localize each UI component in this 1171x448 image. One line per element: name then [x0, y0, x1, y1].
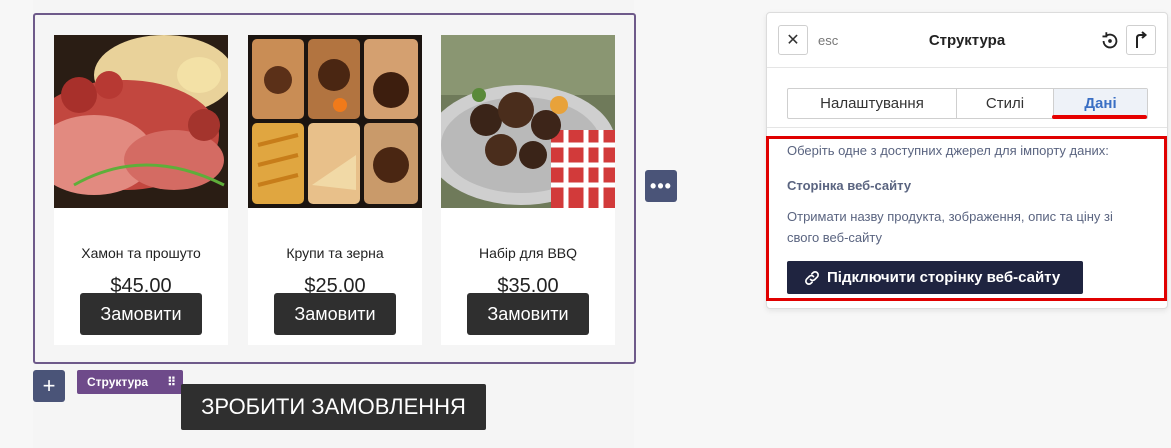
source-title: Сторінка веб-сайту: [787, 178, 912, 193]
history-icon[interactable]: [1099, 30, 1121, 52]
product-card[interactable]: Хамон та прошуто $45.00 Замовити: [54, 35, 228, 345]
active-tab-underline: [1052, 115, 1147, 119]
structure-block[interactable]: Хамон та прошуто $45.00 Замовити Крупи т…: [33, 13, 636, 364]
add-block-button[interactable]: +: [33, 370, 65, 402]
more-options-button[interactable]: •••: [645, 170, 677, 202]
product-title: Хамон та прошуто: [81, 245, 201, 261]
esc-hint: esc: [818, 33, 839, 48]
close-button[interactable]: ✕: [778, 25, 808, 55]
product-image-grains: [248, 35, 422, 208]
structure-tag[interactable]: Структура ⠿: [77, 370, 183, 394]
link-icon: [805, 270, 819, 285]
product-image-bbq: [441, 35, 615, 208]
place-order-button[interactable]: ЗРОБИТИ ЗАМОВЛЕННЯ: [181, 384, 486, 430]
drag-handle-icon[interactable]: ⠿: [167, 375, 176, 389]
order-product-button[interactable]: Замовити: [80, 293, 202, 335]
data-source-intro: Оберіть одне з доступних джерел для імпо…: [787, 143, 1109, 158]
product-card[interactable]: Набір для BBQ $35.00 Замовити: [441, 35, 615, 345]
product-title: Набір для BBQ: [478, 245, 578, 261]
panel-title: Структура: [928, 32, 1006, 49]
product-card[interactable]: Крупи та зерна $25.00 Замовити: [248, 35, 422, 345]
product-image-ham: [54, 35, 228, 208]
source-description: Отримати назву продукта, зображення, опи…: [787, 209, 1113, 245]
tab-settings[interactable]: Налаштування: [788, 89, 957, 118]
tab-data[interactable]: Дані: [1054, 89, 1147, 118]
close-icon: ✕: [786, 32, 800, 49]
tab-styles[interactable]: Стилі: [957, 89, 1054, 118]
export-button[interactable]: [1126, 25, 1156, 55]
connect-website-label: Підключити сторінку веб-сайту: [827, 269, 1061, 286]
tabs-divider: [767, 127, 1167, 128]
structure-tag-label: Структура: [87, 375, 149, 389]
connect-website-button[interactable]: Підключити сторінку веб-сайту: [787, 261, 1083, 294]
export-arrow-icon: [1136, 31, 1148, 48]
order-product-button[interactable]: Замовити: [274, 293, 396, 335]
order-product-button[interactable]: Замовити: [467, 293, 589, 335]
product-title: Крупи та зерна: [286, 245, 384, 261]
panel-header: ✕ esc Структура: [767, 13, 1167, 68]
